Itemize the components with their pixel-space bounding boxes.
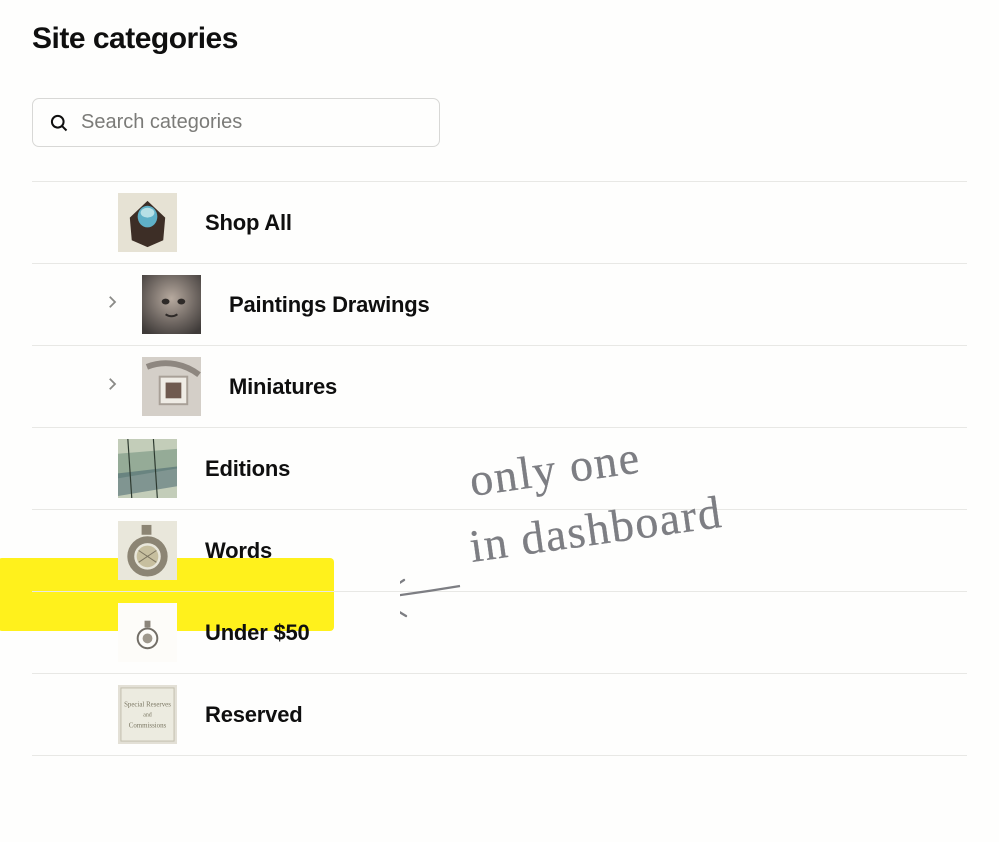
category-thumbnail: Special Reserves and Commissions: [118, 685, 177, 744]
category-row-editions[interactable]: Editions: [32, 428, 967, 510]
search-icon: [49, 113, 69, 133]
category-thumbnail: [142, 357, 201, 416]
chevron-right-icon: [103, 375, 121, 398]
search-categories-field[interactable]: [32, 98, 440, 147]
category-thumbnail: [118, 521, 177, 580]
category-label: Reserved: [205, 702, 302, 728]
category-list: Shop All Paint: [32, 181, 967, 756]
category-label: Under $50: [205, 620, 310, 646]
svg-text:and: and: [143, 712, 152, 718]
search-input[interactable]: [81, 111, 423, 134]
expand-toggle[interactable]: [100, 375, 124, 398]
page-title: Site categories: [32, 22, 967, 56]
category-row-reserved[interactable]: Special Reserves and Commissions Reserve…: [32, 674, 967, 756]
category-row-words[interactable]: Words: [32, 510, 967, 592]
category-row-under-50[interactable]: Under $50: [32, 592, 967, 674]
category-row-shop-all[interactable]: Shop All: [32, 182, 967, 264]
category-row-miniatures[interactable]: Miniatures: [32, 346, 967, 428]
category-label: Shop All: [205, 210, 292, 236]
category-thumbnail: [118, 603, 177, 662]
category-row-paintings-drawings[interactable]: Paintings Drawings: [32, 264, 967, 346]
expand-toggle[interactable]: [100, 293, 124, 316]
svg-text:Commissions: Commissions: [129, 722, 167, 729]
category-thumbnail: [118, 439, 177, 498]
chevron-right-icon: [103, 293, 121, 316]
category-thumbnail: [142, 275, 201, 334]
category-thumbnail: [118, 193, 177, 252]
category-label: Paintings Drawings: [229, 292, 430, 318]
category-label: Miniatures: [229, 374, 337, 400]
category-label: Words: [205, 538, 272, 564]
svg-text:Special Reserves: Special Reserves: [124, 702, 171, 709]
category-label: Editions: [205, 456, 290, 482]
